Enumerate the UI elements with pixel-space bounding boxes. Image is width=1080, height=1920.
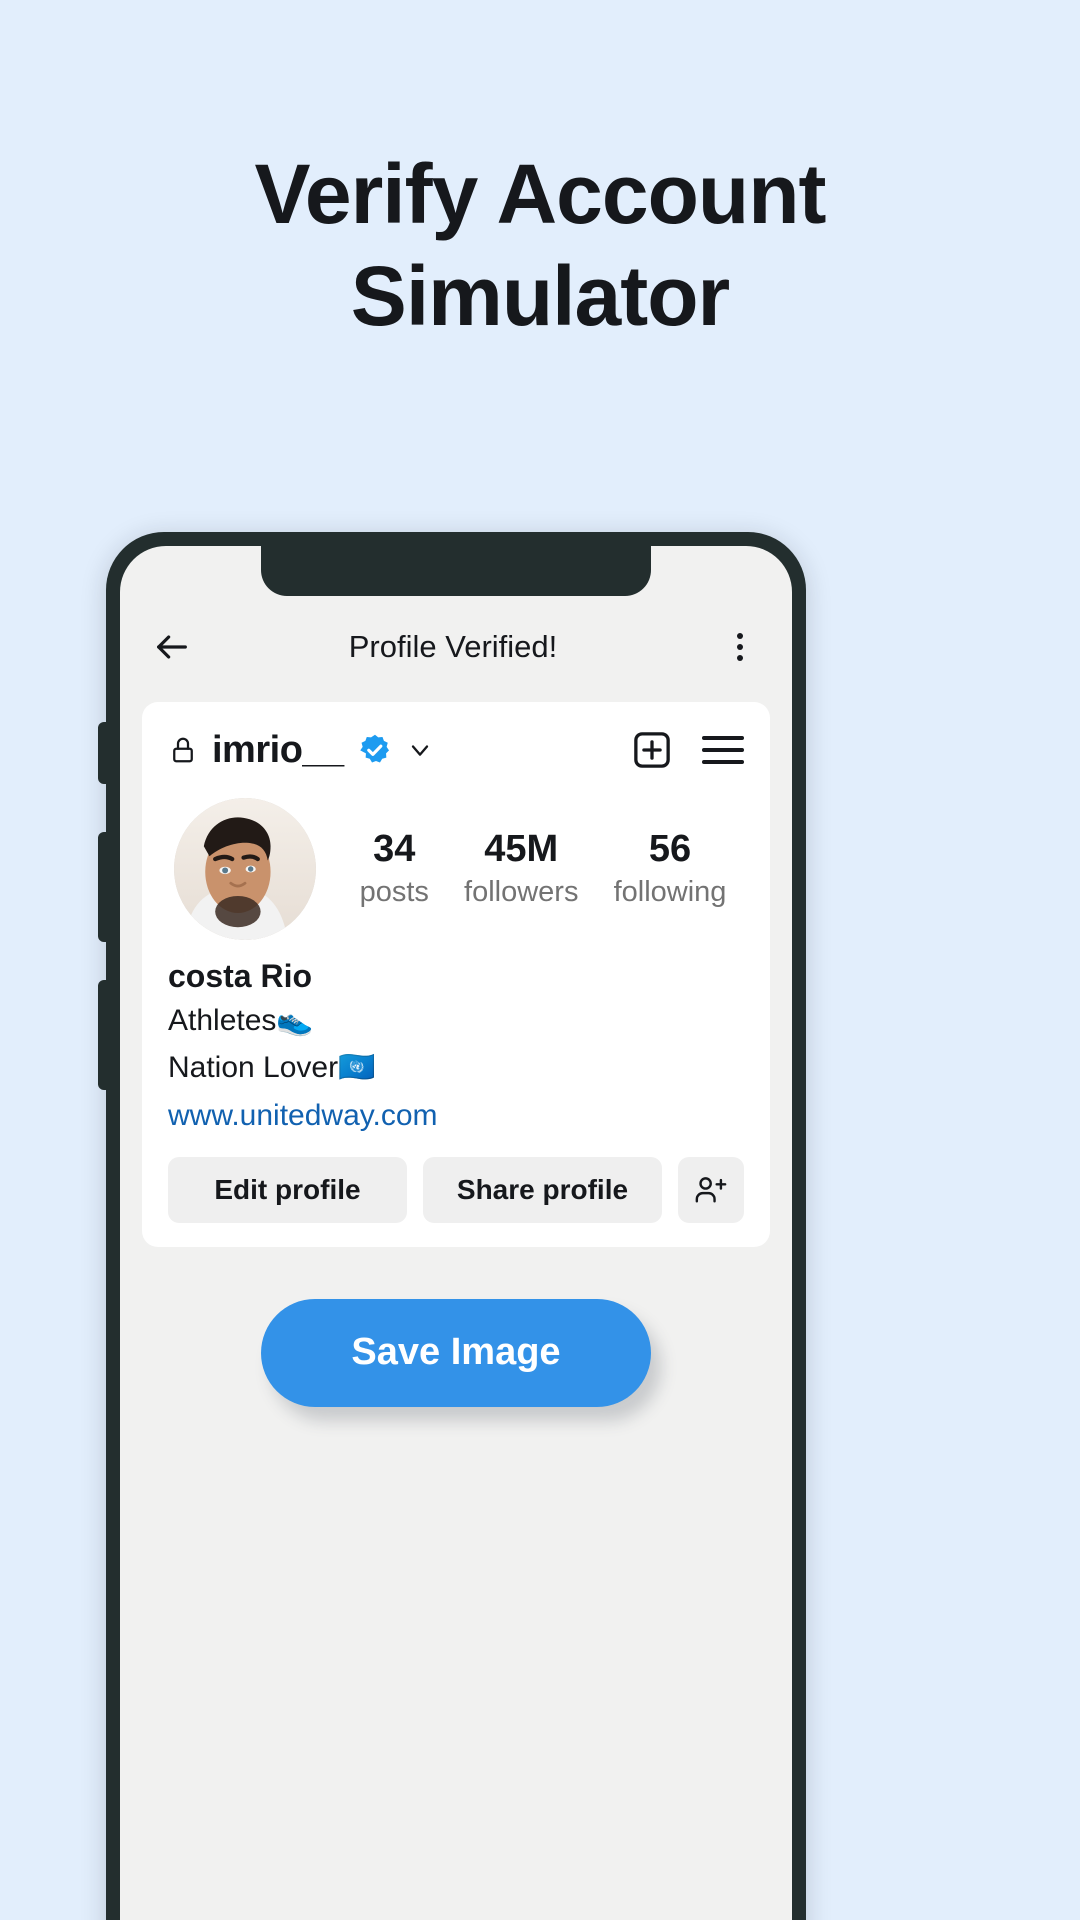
headline-line-2: Simulator (350, 249, 730, 343)
page-title: Verify Account Simulator (0, 152, 1080, 338)
hamburger-line (702, 748, 744, 752)
overflow-menu-button[interactable] (714, 621, 766, 673)
verified-badge-icon (359, 734, 389, 763)
edit-profile-button[interactable]: Edit profile (168, 1156, 407, 1223)
profile-avatar (174, 798, 316, 940)
headline-line-1: Verify Account (254, 147, 826, 241)
arrow-left-icon (157, 635, 187, 659)
stat-value: 34 (373, 827, 416, 870)
stats-group: 34 posts 45M followers 56 following (316, 827, 744, 910)
stat-following[interactable]: 56 following (613, 827, 727, 910)
hamburger-line (702, 760, 744, 764)
bio-line-1: Athletes👟 (168, 1004, 314, 1037)
phone-notch (261, 546, 651, 596)
website-link[interactable]: www.unitedway.com (168, 1099, 744, 1133)
stat-value: 56 (648, 827, 692, 870)
phone-side-button-volume-down (98, 980, 107, 1090)
save-image-row: Save Image (120, 1298, 792, 1407)
app-bar: Profile Verified! (120, 608, 792, 686)
chevron-down-icon[interactable] (406, 736, 434, 764)
save-image-button[interactable]: Save Image (261, 1298, 651, 1407)
avatar[interactable] (174, 798, 316, 940)
share-profile-button[interactable]: Share profile (423, 1156, 662, 1223)
poster-page: Verify Account Simulator Profile Verifie… (0, 0, 1080, 1920)
bio-line-2: Nation Lover🇺🇳 (168, 1050, 376, 1084)
stat-posts[interactable]: 34 posts (359, 827, 429, 910)
plus-square-icon[interactable] (630, 728, 674, 772)
profile-card: imrio__ 34 posts 45M followers 56 follow… (142, 702, 770, 1247)
more-vertical-icon-dot (737, 633, 743, 639)
add-person-button[interactable] (678, 1156, 744, 1223)
stat-value: 45M (484, 827, 559, 870)
hamburger-menu-icon[interactable] (702, 736, 744, 764)
hamburger-line (702, 736, 744, 740)
stat-label: posts (359, 876, 429, 909)
profile-actions: Edit profile Share profile (168, 1156, 744, 1223)
full-name: costa Rio (168, 958, 313, 994)
stats-row: 34 posts 45M followers 56 following (168, 798, 744, 940)
more-vertical-icon-dot (737, 655, 743, 661)
back-button[interactable] (146, 621, 198, 673)
stat-label: following (613, 876, 727, 909)
phone-side-button-mute (98, 722, 107, 784)
stat-label: followers (464, 876, 579, 909)
stat-followers[interactable]: 45M followers (464, 827, 579, 910)
app-bar-title: Profile Verified! (348, 629, 558, 664)
more-vertical-icon-dot (737, 644, 743, 650)
person-add-icon (695, 1176, 727, 1203)
username-row: imrio__ (168, 728, 744, 772)
username-label: imrio__ (212, 728, 344, 771)
phone-screen: Profile Verified! imrio__ 34 posts 45M f… (120, 546, 792, 1920)
phone-side-button-volume-up (98, 832, 107, 942)
phone-mockup: Profile Verified! imrio__ 34 posts 45M f… (98, 532, 806, 1920)
lock-icon (168, 735, 198, 765)
